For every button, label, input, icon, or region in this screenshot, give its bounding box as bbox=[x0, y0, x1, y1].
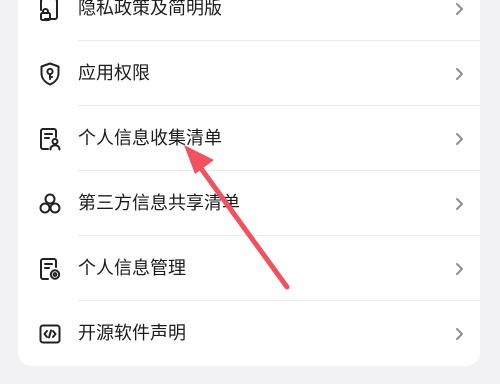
menu-item-label: 个人信息收集清单 bbox=[78, 128, 222, 149]
menu-item-open-source-notice[interactable]: 开源软件声明 bbox=[18, 301, 480, 366]
menu-item-personal-info-collection[interactable]: 个人信息收集清单 bbox=[18, 106, 480, 171]
menu-item-personal-info-management[interactable]: 个人信息管理 bbox=[18, 236, 480, 301]
chevron-right-icon bbox=[450, 260, 468, 278]
menu-item-app-permissions[interactable]: 应用权限 bbox=[18, 41, 480, 106]
chevron-right-icon bbox=[450, 0, 468, 18]
privacy-lock-document-icon bbox=[37, 0, 63, 22]
menu-item-label: 个人信息管理 bbox=[78, 258, 186, 279]
menu-item-third-party-sharing[interactable]: 第三方信息共享清单 bbox=[18, 171, 480, 236]
chevron-right-icon bbox=[450, 195, 468, 213]
menu-item-label: 第三方信息共享清单 bbox=[78, 193, 240, 214]
document-person-icon bbox=[37, 126, 63, 152]
shield-key-icon bbox=[37, 61, 63, 87]
chevron-right-icon bbox=[450, 130, 468, 148]
chevron-right-icon bbox=[450, 325, 468, 343]
chevron-right-icon bbox=[450, 65, 468, 83]
menu-item-label: 开源软件声明 bbox=[78, 323, 186, 344]
menu-item-privacy-policy[interactable]: 隐私政策及简明版 bbox=[18, 0, 480, 41]
three-circles-share-icon bbox=[37, 191, 63, 217]
menu-item-label: 应用权限 bbox=[78, 63, 150, 84]
menu-item-label: 隐私政策及简明版 bbox=[78, 0, 222, 19]
code-window-icon bbox=[37, 321, 63, 347]
document-settings-icon bbox=[37, 256, 63, 282]
